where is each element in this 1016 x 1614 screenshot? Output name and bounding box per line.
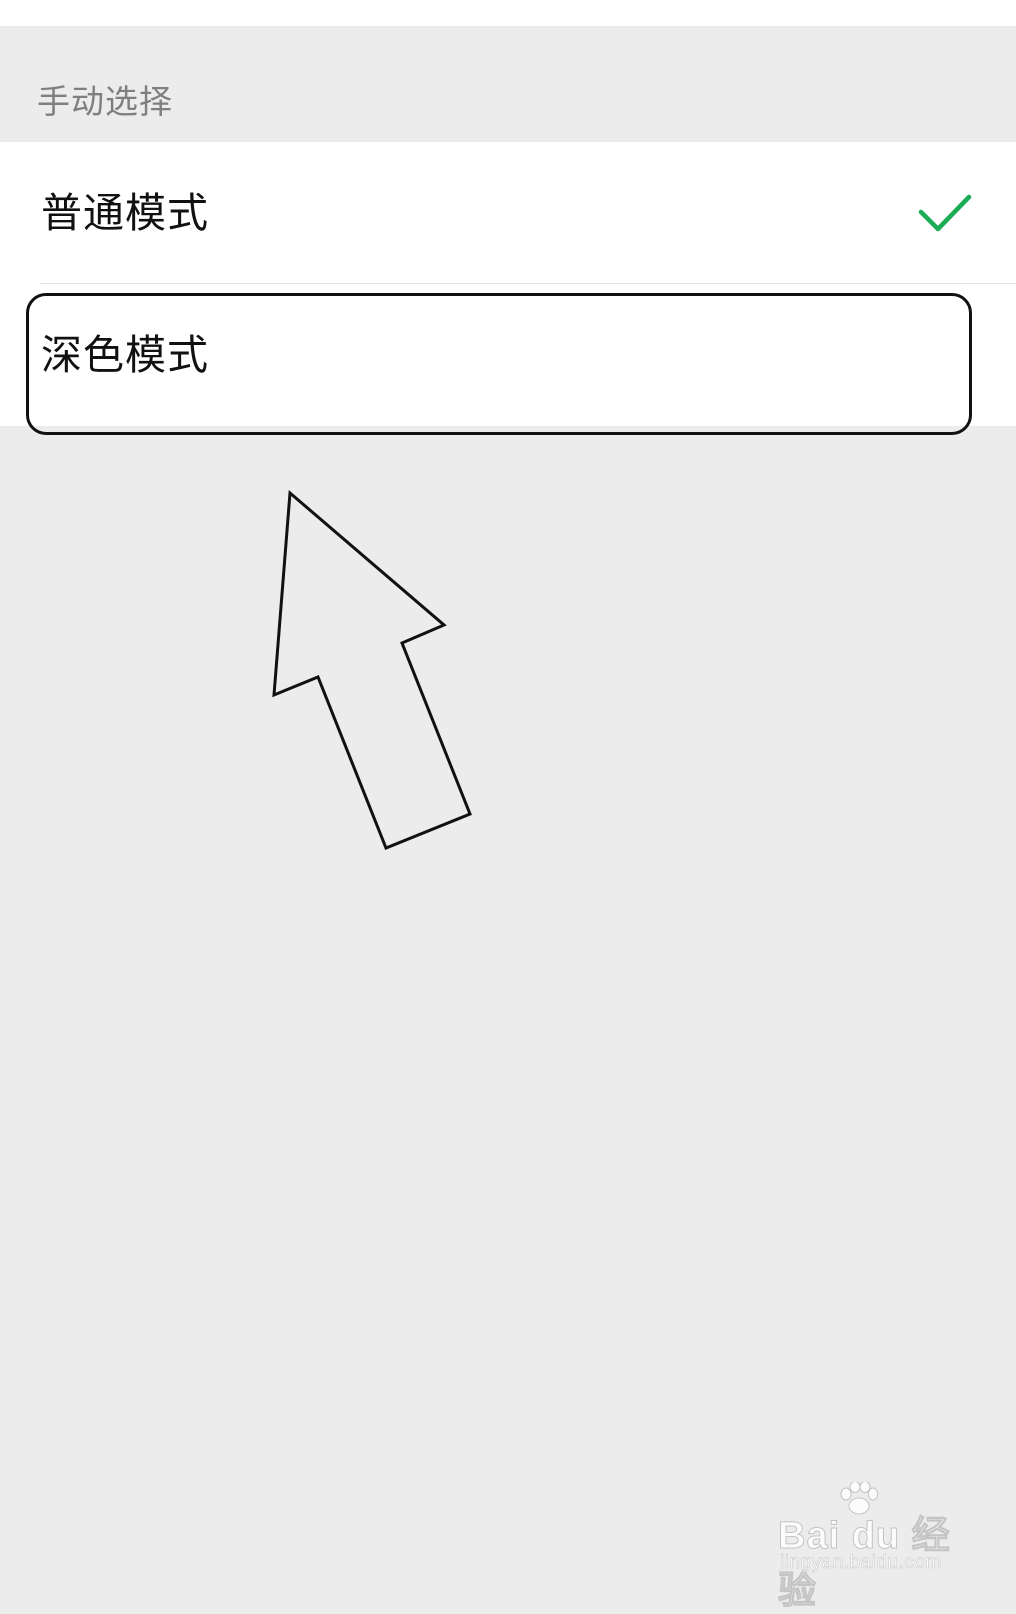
option-dark-mode[interactable]: 深色模式 xyxy=(0,284,1016,426)
option-label: 普通模式 xyxy=(41,189,209,237)
top-bar xyxy=(0,0,1016,26)
option-label: 深色模式 xyxy=(41,331,209,379)
option-normal-mode[interactable]: 普通模式 xyxy=(0,142,1016,284)
checkmark-icon xyxy=(918,194,972,232)
section-title: 手动选择 xyxy=(37,82,173,121)
watermark-url: jingyan.baidu.com xyxy=(780,1552,942,1574)
mode-options-list: 普通模式 深色模式 xyxy=(0,142,1016,426)
baidu-jingyan-watermark: Bai du 经验 jingyan.baidu.com xyxy=(778,1482,978,1613)
